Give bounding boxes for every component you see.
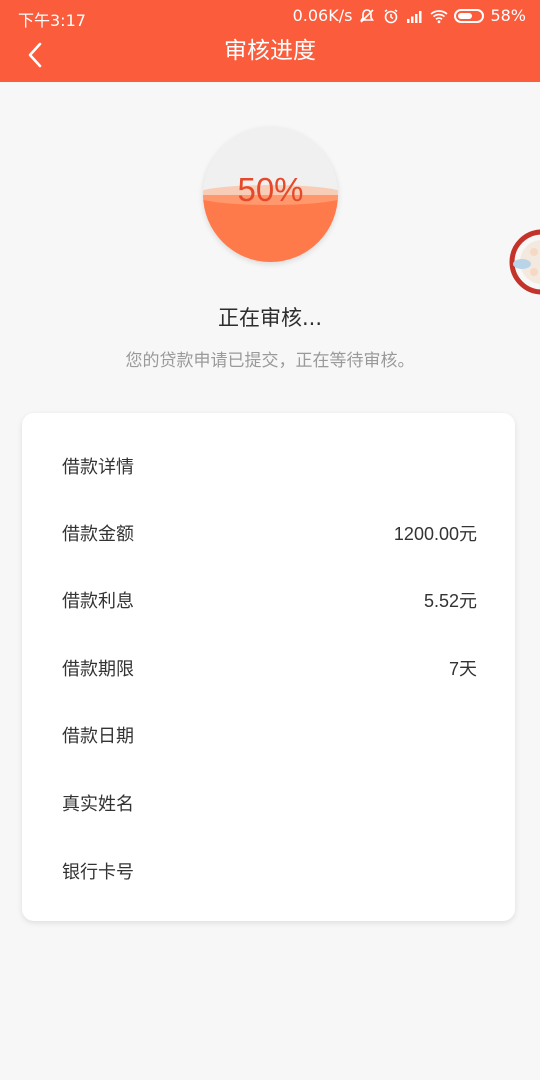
status-time: 下午3:17 [18,11,86,30]
detail-label: 借款日期 [62,726,134,747]
details-heading-row: 借款详情 [62,446,477,486]
detail-label: 借款利息 [62,591,134,612]
detail-label: 真实姓名 [62,794,134,815]
review-status-subtitle: 您的贷款申请已提交，正在等待审核。 [125,351,415,371]
network-speed: 0.06K/s [292,6,353,25]
detail-value: 1200.00元 [393,524,477,544]
progress-circle: 50% [203,127,338,262]
nav-bar: 审核进度 [0,32,540,82]
detail-value: 5.52元 [423,591,477,611]
floating-service-icon[interactable] [508,228,540,300]
detail-label: 借款期限 [62,659,134,680]
battery-level: 58% [490,6,526,25]
loan-details-card: 借款详情 借款金额 1200.00元 借款利息 5.52元 借款期限 7天 借款… [22,413,515,921]
detail-label: 银行卡号 [62,862,134,883]
signal-icon [406,8,424,24]
battery-icon [454,8,485,23]
review-progress: 50% [203,127,338,262]
detail-row-interest: 借款利息 5.52元 [62,580,477,620]
detail-row-date: 借款日期 [62,715,477,755]
detail-value: 7天 [448,659,477,679]
wifi-icon [430,8,449,24]
detail-row-bank-card: 银行卡号 [62,851,477,891]
page-title: 审核进度 [224,38,316,64]
detail-row-name: 真实姓名 [62,783,477,823]
app-header: 下午3:17 0.06K/s 58% 审核进度 [0,0,540,82]
details-heading: 借款详情 [62,457,134,478]
review-status-title: 正在审核... [217,306,323,330]
mute-icon [358,8,376,24]
detail-row-amount: 借款金额 1200.00元 [62,513,477,553]
alarm-icon [382,8,400,24]
status-right: 0.06K/s 58% [293,6,526,25]
detail-row-term: 借款期限 7天 [62,648,477,688]
status-bar: 下午3:17 0.06K/s 58% [0,0,540,32]
detail-label: 借款金额 [62,524,134,545]
progress-percent: 50% [237,171,304,208]
